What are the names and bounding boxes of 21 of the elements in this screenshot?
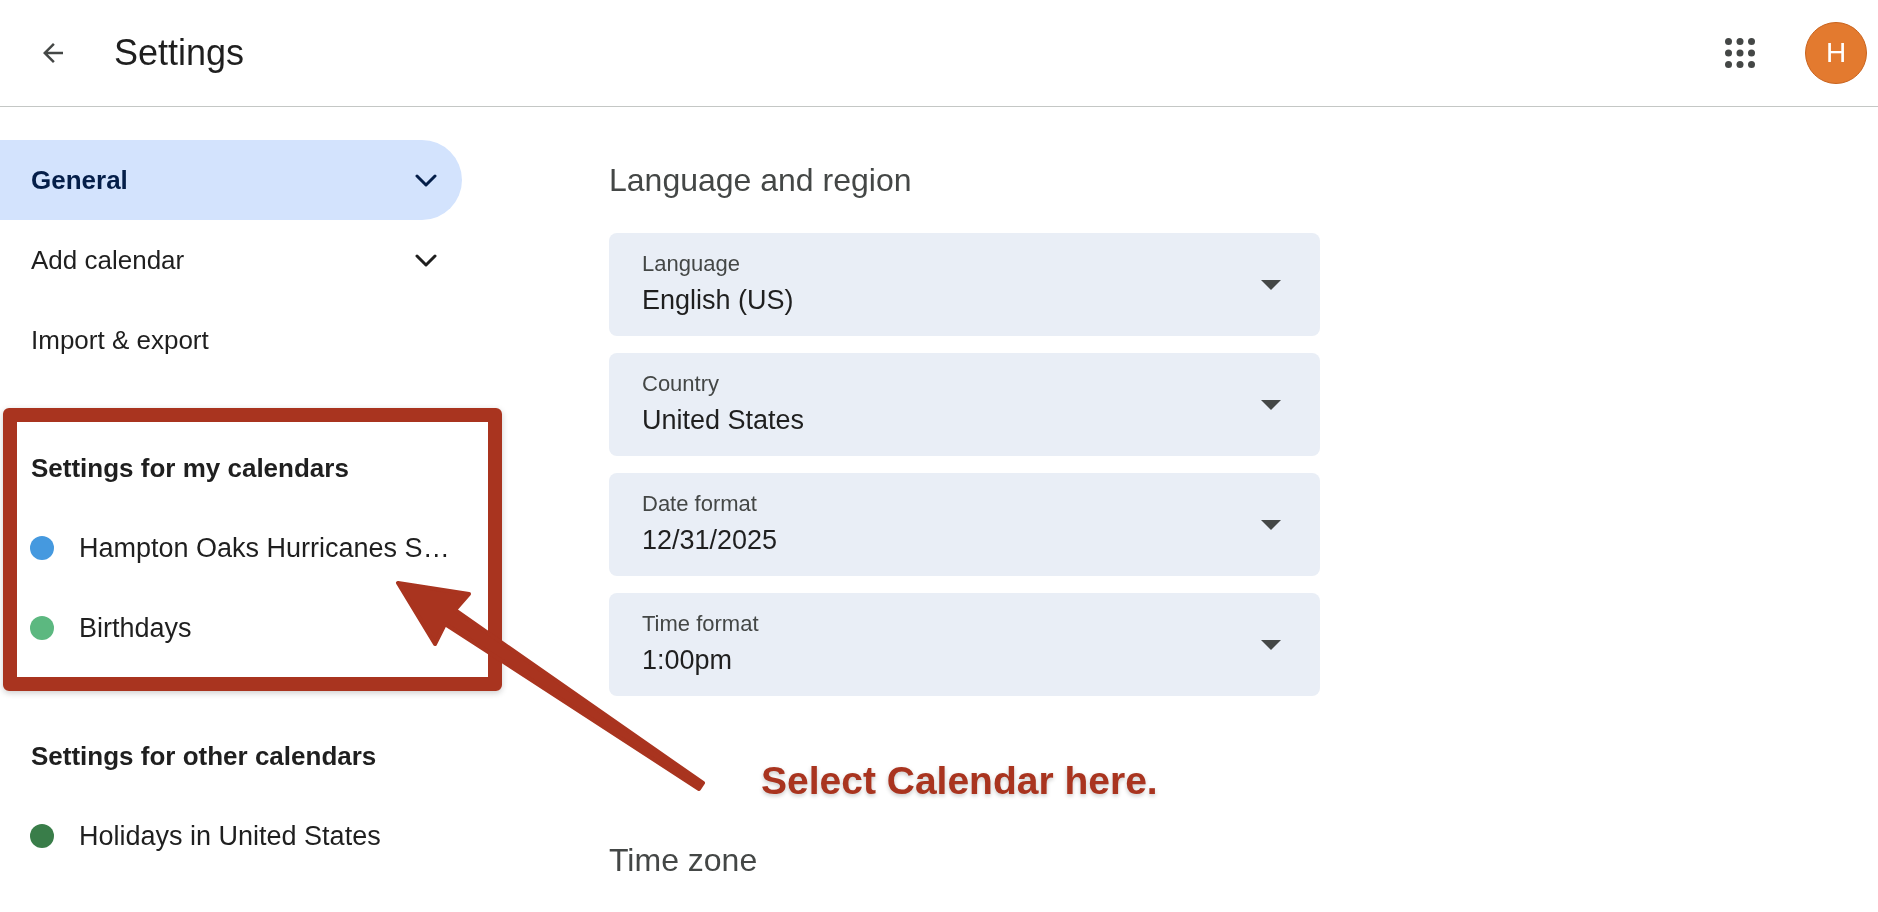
chevron-down-icon: [415, 253, 437, 267]
dropdown-field[interactable]: Language English (US): [609, 233, 1320, 336]
nav-item[interactable]: Import & export: [0, 300, 462, 380]
dropdown-field[interactable]: Country United States: [609, 353, 1320, 456]
caret-icon: [1261, 519, 1281, 530]
dropdown-field[interactable]: Time format 1:00pm: [609, 593, 1320, 696]
section-heading: Settings for other calendars: [30, 739, 378, 773]
caret-icon: [1261, 639, 1281, 650]
chevron-down-icon: [415, 173, 437, 187]
page-title: Settings: [114, 31, 245, 75]
nav-item[interactable]: General: [0, 140, 462, 220]
calendar-item[interactable]: Holidays in United States: [0, 796, 480, 876]
caret-icon: [1261, 279, 1281, 290]
annotation-text: Select Calendar here.: [761, 758, 1158, 804]
apps-grid-icon[interactable]: [1725, 38, 1755, 68]
caret-icon: [1261, 399, 1281, 410]
section-heading: Settings for my calendars: [30, 451, 350, 485]
section-heading: Language and region: [609, 161, 913, 200]
nav-item[interactable]: Add calendar: [0, 220, 462, 300]
dropdown-field[interactable]: Date format 12/31/2025: [609, 473, 1320, 576]
section-heading: Time zone: [609, 841, 759, 880]
